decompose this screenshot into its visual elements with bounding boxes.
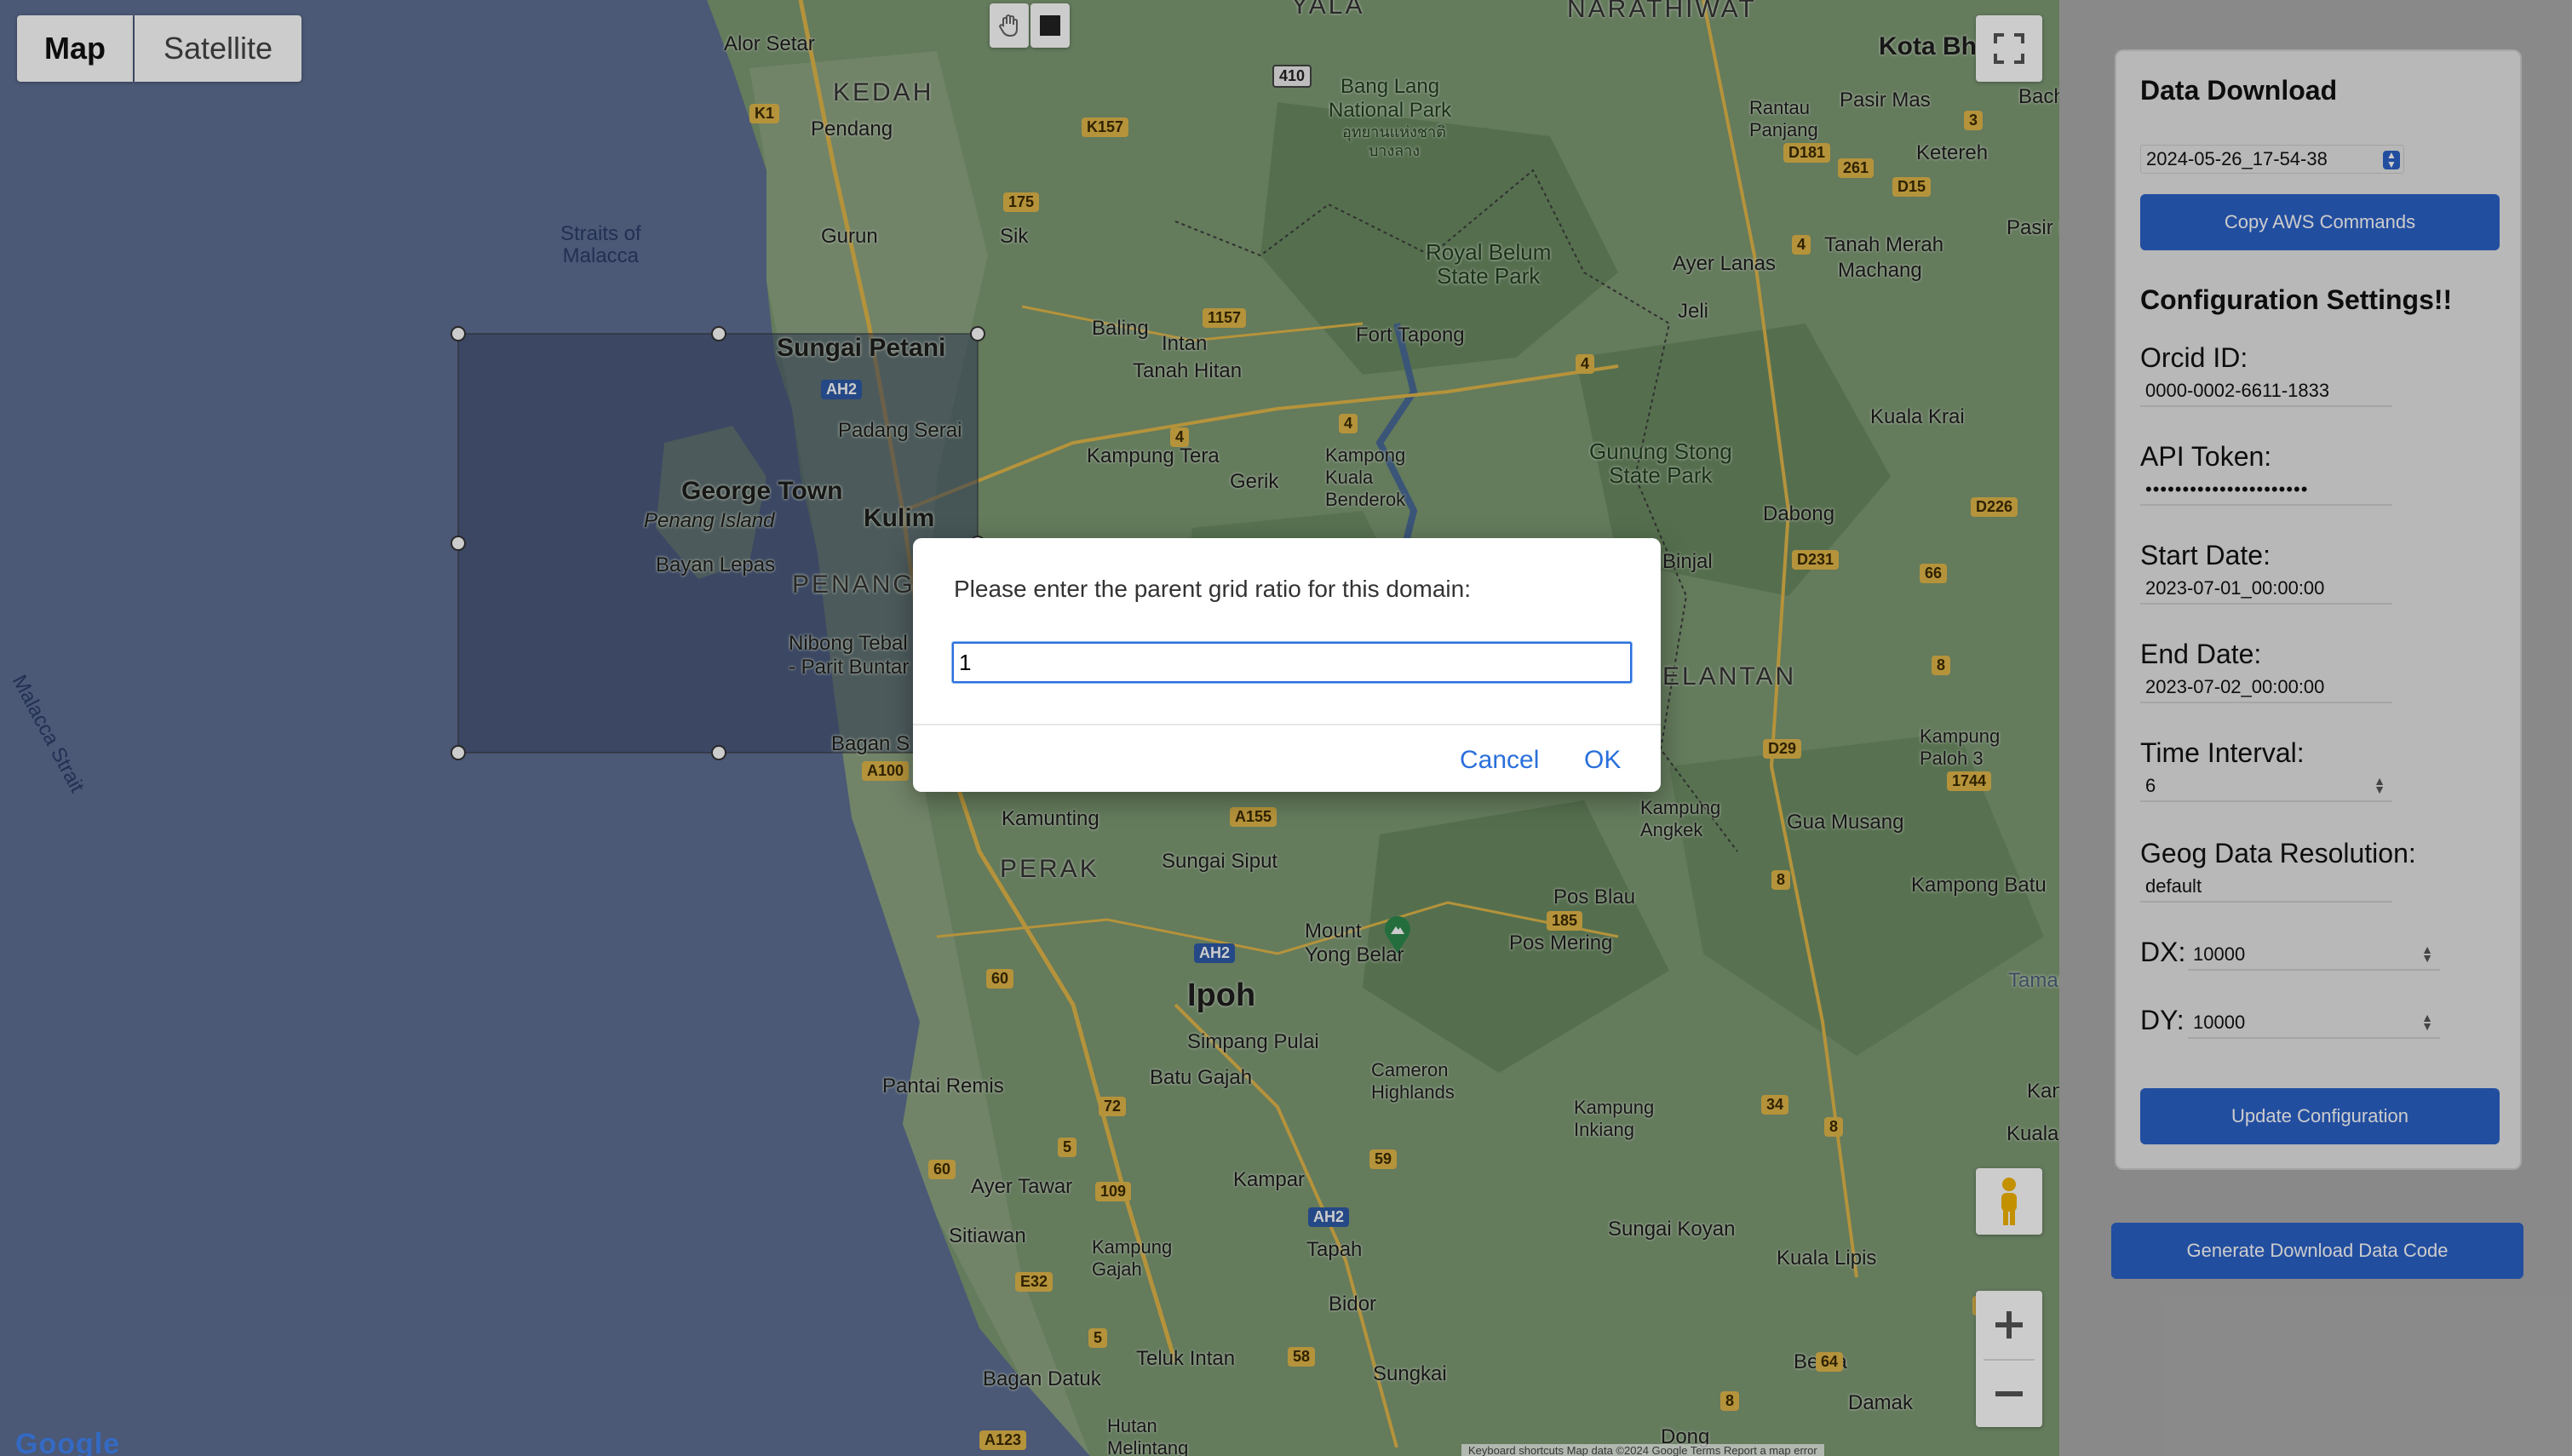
settings-panel: Data Download 2024-05-26_17-54-38 ▲ ▼ Cop… (2115, 49, 2522, 1170)
end-date-field[interactable]: 2023-07-02_00:00:00 (2140, 673, 2392, 703)
cancel-button[interactable]: Cancel (1460, 746, 1539, 775)
geog-resolution-field[interactable]: default (2140, 872, 2392, 903)
prompt-dialog: Please enter the parent grid ratio for t… (913, 538, 1661, 792)
grid-ratio-input[interactable] (951, 641, 1633, 684)
dy-stepper[interactable]: 10000 ▲ ▼ (2188, 1008, 2440, 1039)
update-configuration-button[interactable]: Update Configuration (2140, 1088, 2500, 1144)
orcid-label: Orcid ID: (2140, 342, 2248, 373)
end-date-label: End Date: (2140, 639, 2262, 669)
time-interval-stepper[interactable]: 6 ▲ ▼ (2140, 771, 2392, 802)
dx-stepper[interactable]: 10000 ▲ ▼ (2188, 940, 2440, 971)
config-settings-title: Configuration Settings!! (2140, 284, 2453, 315)
api-token-field[interactable]: •••••••••••••••••••••• (2140, 475, 2392, 506)
dx-value: 10000 (2193, 943, 2246, 965)
dy-label: DY: (2140, 1005, 2184, 1035)
copy-aws-button[interactable]: Copy AWS Commands (2140, 194, 2500, 250)
stepper-arrows-icon[interactable]: ▲ ▼ (2421, 1012, 2433, 1032)
download-select-value: 2024-05-26_17-54-38 (2146, 148, 2328, 169)
download-select[interactable]: 2024-05-26_17-54-38 ▲ ▼ (2140, 145, 2404, 174)
stepper-arrows-icon[interactable]: ▲ ▼ (2421, 943, 2433, 964)
dy-value: 10000 (2193, 1012, 2246, 1033)
stepper-arrows-icon[interactable]: ▲ ▼ (2374, 775, 2385, 795)
dx-label: DX: (2140, 937, 2186, 967)
api-token-label: API Token: (2140, 441, 2272, 472)
time-interval-label: Time Interval: (2140, 737, 2305, 768)
dialog-divider (913, 724, 1661, 725)
generate-download-code-button[interactable]: Generate Download Data Code (2111, 1223, 2523, 1279)
orcid-field[interactable]: 0000-0002-6611-1833 (2140, 376, 2392, 407)
select-arrows-icon: ▲ ▼ (2383, 150, 2400, 169)
start-date-field[interactable]: 2023-07-01_00:00:00 (2140, 574, 2392, 605)
time-interval-value: 6 (2145, 775, 2156, 796)
data-download-title: Data Download (2140, 75, 2338, 106)
start-date-label: Start Date: (2140, 540, 2271, 570)
geog-resolution-label: Geog Data Resolution: (2140, 838, 2416, 868)
ok-button[interactable]: OK (1584, 746, 1621, 775)
dialog-message: Please enter the parent grid ratio for t… (954, 576, 1472, 602)
